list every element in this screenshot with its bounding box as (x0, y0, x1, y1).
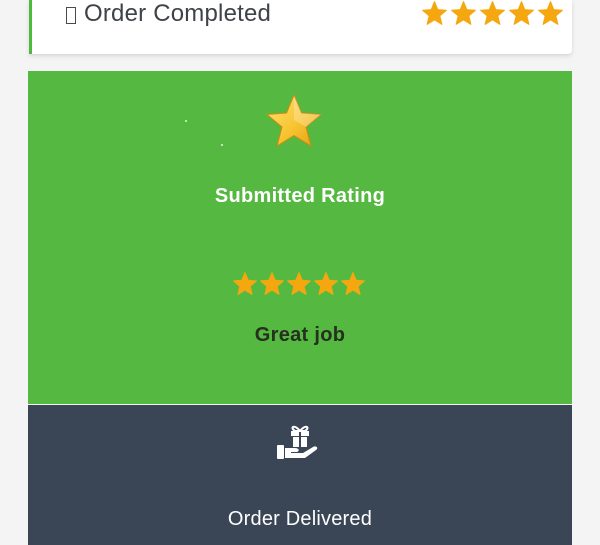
star-icon (421, 0, 448, 27)
star-icon (259, 271, 285, 297)
order-status-label: Order Completed (84, 0, 272, 27)
order-status-row: Order Completed (66, 0, 271, 28)
star-icon (232, 271, 258, 297)
sparkle-decoration (185, 120, 187, 122)
rating-comment: Great job (254, 324, 346, 346)
star-icon (286, 271, 312, 297)
star-icon (537, 0, 564, 27)
order-completed-card[interactable]: Order Completed (29, 0, 572, 54)
order-status-page: Order Completed Submitted Rating Great j… (0, 0, 600, 545)
sparkle-decoration (221, 144, 223, 146)
order-rating-stars (421, 0, 564, 27)
star-icon (340, 271, 366, 297)
order-delivered-panel[interactable]: Order Delivered (28, 405, 572, 545)
star-icon (479, 0, 506, 27)
rating-title: Submitted Rating (214, 185, 386, 207)
delivered-label: Order Delivered (227, 508, 373, 530)
star-icon (508, 0, 535, 27)
star-icon (265, 93, 325, 158)
star-icon (450, 0, 477, 27)
submitted-rating-panel: Submitted Rating Great job (28, 71, 572, 404)
gift-hand-icon (275, 423, 323, 468)
missing-glyph-icon (66, 6, 76, 24)
star-icon (313, 271, 339, 297)
submitted-rating-stars (232, 271, 366, 297)
